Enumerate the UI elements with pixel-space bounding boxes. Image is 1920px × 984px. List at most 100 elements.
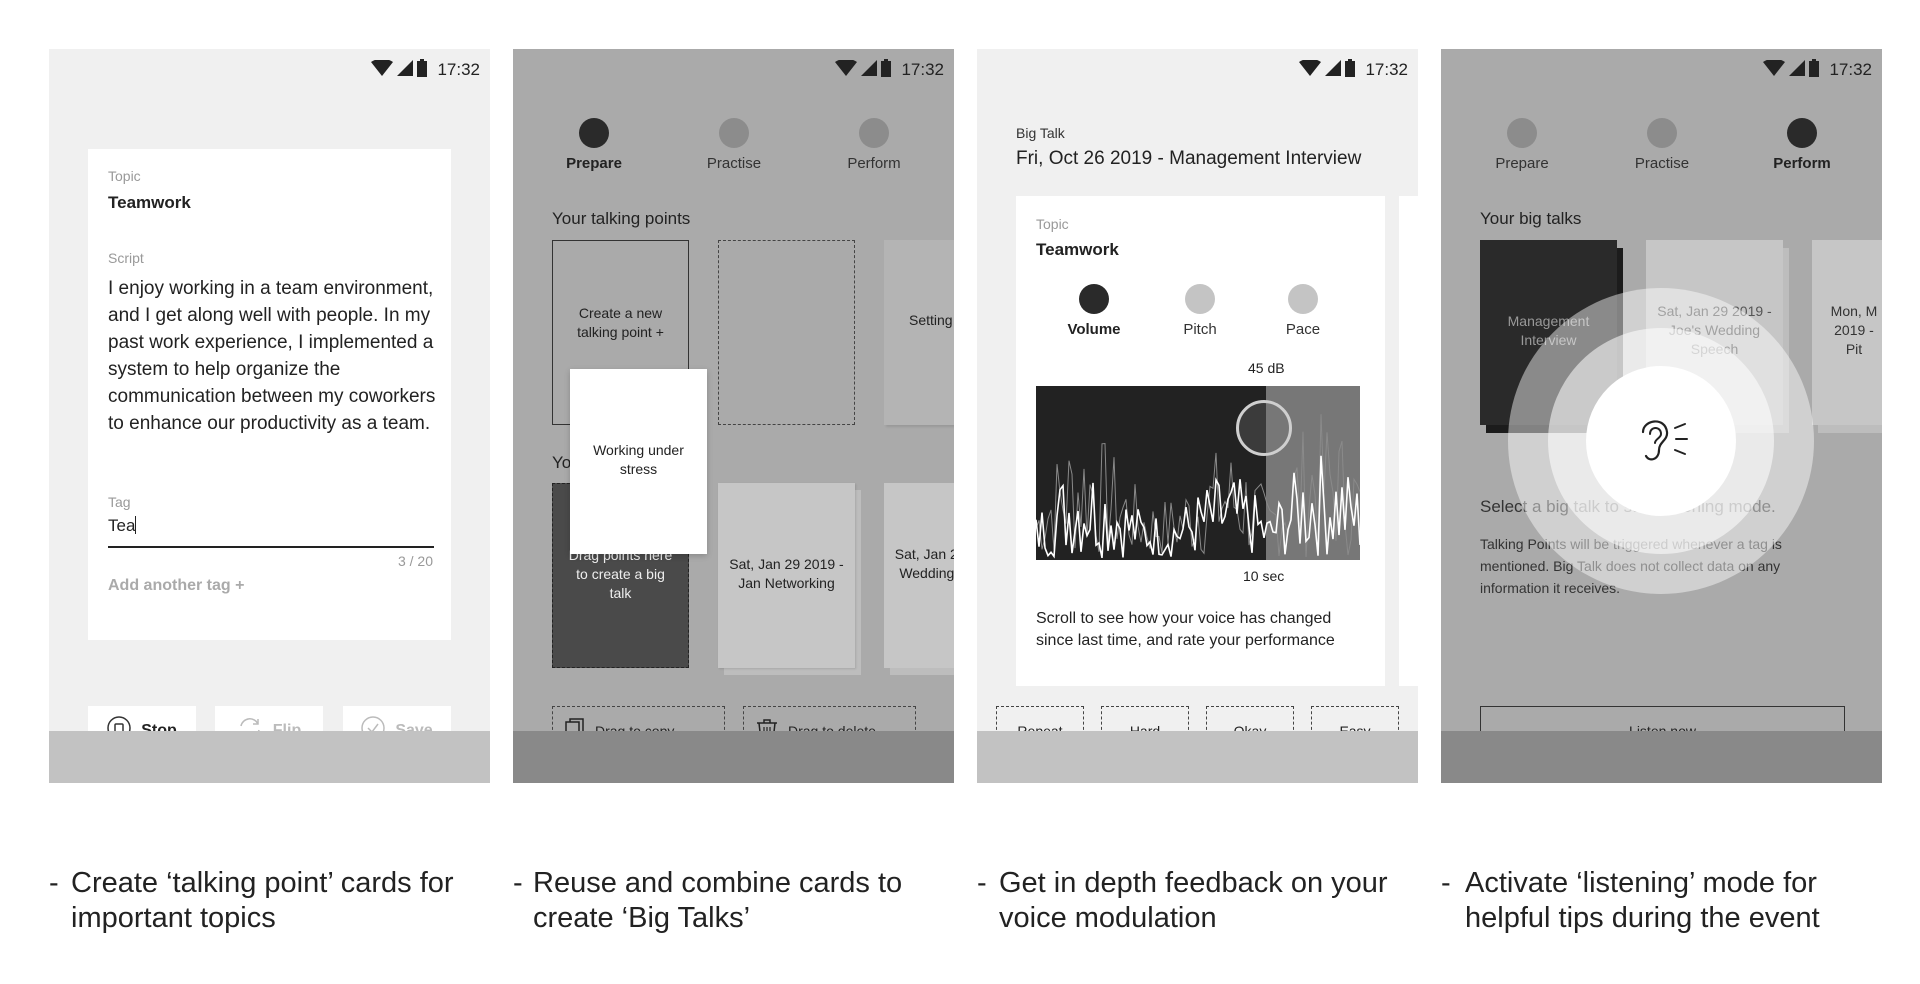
metric-volume[interactable]: Volume: [1044, 284, 1144, 338]
clock: 17:32: [1365, 60, 1408, 79]
step-label: Prepare: [566, 155, 622, 172]
step-label: Practise: [706, 155, 762, 172]
navigation-bar: [513, 731, 954, 783]
section-heading-partial: Yo: [552, 453, 572, 472]
battery-icon: [1809, 58, 1820, 82]
caption-dash: -: [513, 867, 523, 899]
card-label: Sat, Jan 29 - Joe's Wedding Speech: [894, 546, 954, 581]
db-readout: 45 dB: [1248, 360, 1285, 376]
signal-icon: [861, 59, 878, 81]
tag-counter: 3 / 20: [397, 553, 433, 569]
ear-listening-icon: [1633, 412, 1689, 471]
step-dot-active: [579, 118, 609, 148]
create-card-label: Create a new talking point +: [577, 304, 664, 340]
add-tag-link[interactable]: Add another tag +: [108, 577, 244, 595]
battery-icon: [1345, 58, 1356, 82]
talking-point-card-setting[interactable]: Setting: [884, 240, 954, 425]
tag-label: Tag: [108, 494, 131, 510]
text-cursor: [135, 516, 137, 534]
metric-pace[interactable]: Pace: [1253, 284, 1353, 338]
feedback-card: Topic Teamwork Volume Pitch Pace 45 dB 1…: [1016, 196, 1385, 686]
metric-pitch[interactable]: Pitch: [1150, 284, 1250, 338]
caption-text: Reuse and combine cards to create ‘Big T…: [533, 867, 903, 934]
tag-input-value: Tea: [108, 516, 136, 535]
wifi-icon: [371, 58, 394, 81]
waveform-lines: [1036, 414, 1360, 559]
status-bar: 17:32: [1763, 58, 1872, 82]
empty-card-slot: [718, 240, 855, 425]
step-prepare[interactable]: Prepare: [534, 118, 654, 172]
section-heading: Your talking points: [552, 209, 691, 228]
step-dot: [859, 118, 889, 148]
card-label: Working under stress: [593, 442, 684, 477]
wifi-icon: [1763, 58, 1786, 81]
step-perform[interactable]: Perform: [1742, 118, 1862, 172]
script-text[interactable]: I enjoy working in a team environment, a…: [108, 275, 438, 437]
screen-practise-feedback: 17:32 Big Talk Fri, Oct 26 2019 - Manage…: [977, 49, 1418, 783]
metric-dot-active: [1079, 284, 1109, 314]
topic-label: Topic: [108, 168, 141, 184]
battery-icon: [417, 58, 428, 82]
wifi-icon: [1299, 58, 1322, 81]
card-label: Sat, Jan 29 2019 - Jan Networking: [729, 556, 844, 591]
step-perform[interactable]: Perform: [814, 118, 934, 172]
step-practise[interactable]: Practise: [1602, 118, 1722, 172]
time-readout: 10 sec: [1243, 568, 1285, 584]
wifi-icon: [835, 58, 858, 81]
step-dot: [1507, 118, 1537, 148]
scrubber-handle[interactable]: [1236, 400, 1292, 456]
signal-icon: [1789, 59, 1806, 81]
metric-dot: [1288, 284, 1318, 314]
signal-icon: [1325, 59, 1342, 81]
signal-icon: [397, 59, 414, 81]
big-talk-card-mon[interactable]: Mon, M 2019 - Pit: [1812, 240, 1882, 425]
screen-prepare-big-talk: 17:32 Prepare Practise Perform Your talk…: [513, 49, 954, 783]
status-bar: 17:32: [835, 58, 944, 82]
clock: 17:32: [437, 60, 480, 79]
topic-value[interactable]: Teamwork: [108, 193, 191, 213]
volume-waveform[interactable]: [1036, 386, 1360, 560]
listening-button[interactable]: [1586, 366, 1736, 516]
step-label: Prepare: [1495, 155, 1549, 172]
metric-label: Volume: [1067, 321, 1121, 338]
drop-zone-label: Drag points here to create a big talk: [568, 547, 673, 601]
navigation-bar: [1441, 731, 1882, 783]
step-label: Perform: [847, 155, 901, 172]
step-dot-active: [1787, 118, 1817, 148]
navigation-bar: [977, 731, 1418, 783]
tag-input[interactable]: Tea: [108, 516, 434, 548]
metric-label: Pace: [1285, 321, 1321, 338]
step-prepare[interactable]: Prepare: [1462, 118, 1582, 172]
topic-label: Topic: [1036, 216, 1069, 232]
script-label: Script: [108, 250, 144, 266]
step-dot: [1647, 118, 1677, 148]
step-label: Practise: [1634, 155, 1690, 172]
step-dot: [719, 118, 749, 148]
big-talk-card-jan-networking[interactable]: Sat, Jan 29 2019 - Jan Networking: [718, 483, 855, 668]
feedback-hint: Scroll to see how your voice has changed…: [1036, 610, 1335, 649]
clock: 17:32: [1829, 60, 1872, 79]
screen-perform-listening: 17:32 Prepare Practise Perform Your big …: [1441, 49, 1882, 783]
caption-text: Activate ‘listening’ mode for helpful ti…: [1465, 867, 1820, 934]
battery-icon: [881, 58, 892, 82]
screen-create-talking-point: 17:32 Topic Teamwork Script I enjoy work…: [49, 49, 490, 783]
header-title: Fri, Oct 26 2019 - Management Interview: [1016, 148, 1362, 169]
section-heading: Your big talks: [1480, 209, 1582, 228]
status-bar: 17:32: [1299, 58, 1408, 82]
card-label: Mon, M 2019 - Pit: [1830, 303, 1878, 357]
dragging-talking-point-card[interactable]: Working under stress: [570, 369, 707, 554]
header-subtitle: Big Talk: [1016, 125, 1065, 141]
big-talk-card-wedding[interactable]: Sat, Jan 29 - Joe's Wedding Speech: [884, 483, 954, 668]
next-card-peek: [1399, 196, 1418, 686]
talking-point-card: Topic Teamwork Script I enjoy working in…: [88, 149, 451, 640]
caption-text: Get in depth feedback on your voice modu…: [999, 867, 1388, 934]
stepper: Prepare Practise Perform: [1441, 118, 1882, 178]
card-label: Setting: [909, 312, 953, 328]
clock: 17:32: [901, 60, 944, 79]
caption-text: Create ‘talking point’ cards for importa…: [71, 867, 454, 934]
topic-value: Teamwork: [1036, 240, 1119, 259]
caption-dash: -: [49, 867, 59, 899]
metric-label: Pitch: [1183, 321, 1217, 338]
stepper: Prepare Practise Perform: [513, 118, 954, 178]
step-practise[interactable]: Practise: [674, 118, 794, 172]
